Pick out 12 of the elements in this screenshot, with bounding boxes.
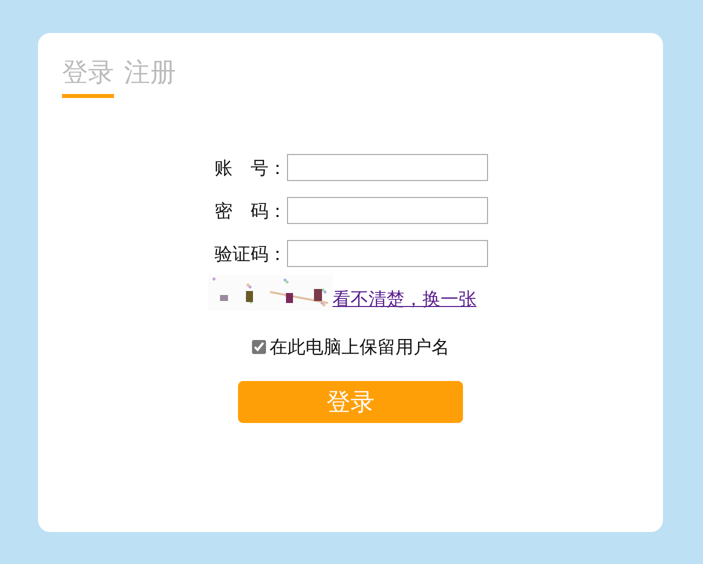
field-label: 密 码：: [214, 200, 286, 222]
tab[interactable]: 登录: [62, 53, 114, 98]
input-field[interactable]: [286, 154, 488, 181]
login-button[interactable]: 登录: [238, 381, 463, 423]
tab[interactable]: 注册: [124, 53, 176, 98]
input-field[interactable]: [286, 240, 488, 267]
refresh-captcha-link[interactable]: 看不清楚，换一张: [332, 287, 476, 311]
field-label: 验证码：: [214, 242, 286, 266]
remember-checkbox[interactable]: [252, 340, 266, 354]
remember-label: 在此电脑上保留用户名: [270, 336, 450, 359]
field-label: 账 号：: [214, 156, 286, 180]
input-field[interactable]: [286, 197, 488, 224]
